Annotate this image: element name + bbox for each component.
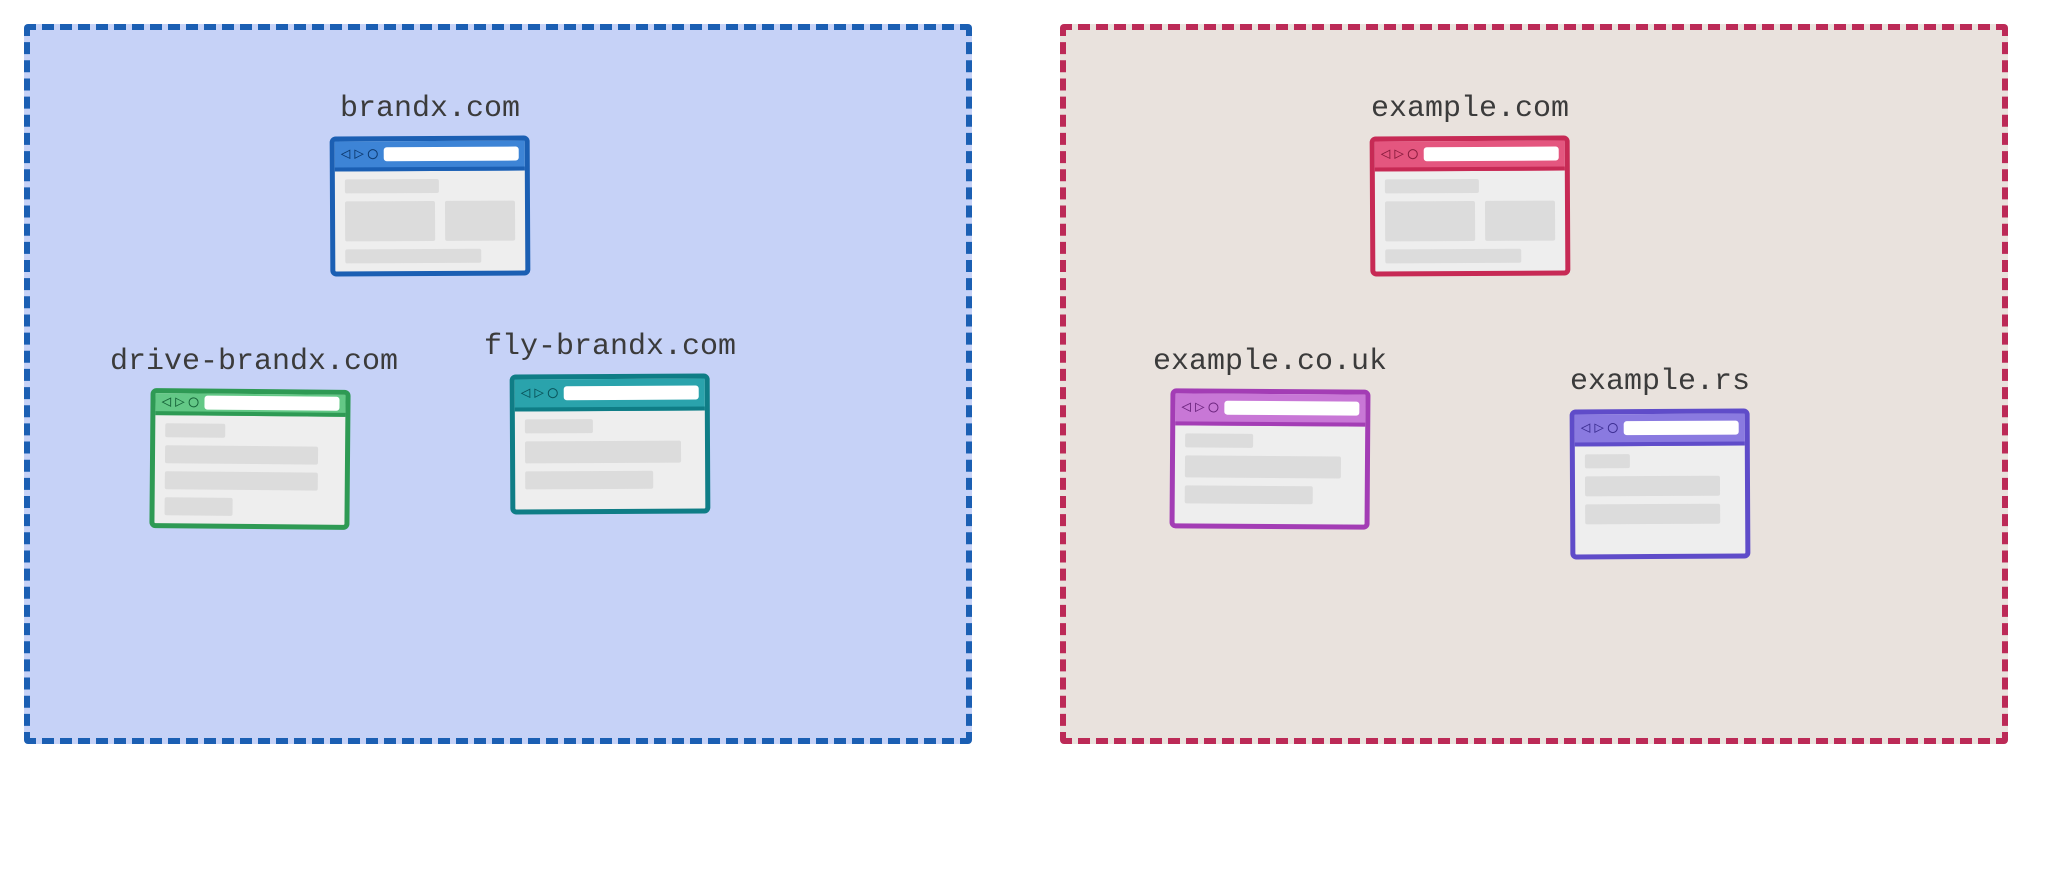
site-example-rs: example.rs ◁ ▷ ◯	[1540, 365, 1780, 559]
address-bar	[384, 147, 519, 162]
address-bar	[1624, 421, 1739, 436]
browser-body	[335, 171, 526, 272]
nav-icons: ◁ ▷ ◯	[521, 385, 558, 401]
browser-toolbar: ◁ ▷ ◯	[1175, 393, 1365, 426]
site-example-co-uk: example.co.uk ◁ ▷ ◯	[1140, 345, 1400, 529]
address-bar	[204, 396, 339, 411]
browser-window-icon: ◁ ▷ ◯	[149, 388, 350, 530]
forward-icon: ▷	[1394, 146, 1404, 162]
site-label: fly-brandx.com	[480, 330, 740, 364]
forward-icon: ▷	[354, 146, 364, 162]
browser-toolbar: ◁ ▷ ◯	[1375, 141, 1565, 172]
address-bar	[1224, 401, 1359, 416]
back-icon: ◁	[341, 146, 351, 162]
site-drive-brandx: drive-brandx.com ◁ ▷ ◯	[110, 345, 390, 529]
browser-body	[515, 411, 706, 510]
back-icon: ◁	[521, 385, 531, 401]
nav-icons: ◁ ▷ ◯	[1381, 146, 1418, 162]
browser-body	[1375, 171, 1566, 272]
site-fly-brandx: fly-brandx.com ◁ ▷ ◯	[480, 330, 740, 514]
reload-icon: ◯	[189, 394, 199, 410]
reload-icon: ◯	[1209, 400, 1219, 416]
browser-body	[1575, 446, 1746, 555]
forward-icon: ▷	[175, 394, 185, 410]
site-example-com: example.com ◁ ▷ ◯	[1340, 92, 1600, 276]
site-brandx: brandx.com ◁ ▷ ◯	[300, 92, 560, 276]
browser-window-icon: ◁ ▷ ◯	[1570, 409, 1751, 560]
browser-window-icon: ◁ ▷ ◯	[510, 373, 711, 514]
address-bar	[1424, 147, 1559, 162]
browser-toolbar: ◁ ▷ ◯	[515, 379, 705, 412]
forward-icon: ▷	[1594, 420, 1604, 436]
address-bar	[564, 386, 699, 401]
diagram-canvas: brandx.com ◁ ▷ ◯ drive-brandx.com	[0, 0, 2048, 891]
site-label: example.rs	[1540, 365, 1780, 399]
browser-window-icon: ◁ ▷ ◯	[1370, 135, 1571, 276]
nav-icons: ◁ ▷ ◯	[1181, 399, 1218, 415]
browser-toolbar: ◁ ▷ ◯	[335, 141, 525, 172]
reload-icon: ◯	[548, 385, 558, 401]
nav-icons: ◁ ▷ ◯	[341, 146, 378, 162]
browser-window-icon: ◁ ▷ ◯	[330, 135, 531, 276]
back-icon: ◁	[1581, 420, 1591, 436]
reload-icon: ◯	[1608, 420, 1618, 436]
forward-icon: ▷	[534, 385, 544, 401]
browser-body	[154, 415, 345, 525]
back-icon: ◁	[1181, 399, 1191, 415]
browser-body	[1175, 425, 1366, 524]
back-icon: ◁	[1381, 146, 1391, 162]
nav-icons: ◁ ▷ ◯	[1581, 420, 1618, 436]
nav-icons: ◁ ▷ ◯	[161, 394, 198, 410]
back-icon: ◁	[161, 394, 171, 410]
browser-toolbar: ◁ ▷ ◯	[1575, 414, 1745, 447]
browser-toolbar: ◁ ▷ ◯	[155, 393, 345, 417]
site-label: example.com	[1340, 92, 1600, 126]
reload-icon: ◯	[368, 146, 378, 162]
browser-window-icon: ◁ ▷ ◯	[1170, 388, 1371, 529]
reload-icon: ◯	[1408, 146, 1418, 162]
forward-icon: ▷	[1195, 399, 1205, 415]
site-label: drive-brandx.com	[110, 345, 390, 379]
site-label: example.co.uk	[1140, 345, 1400, 379]
site-label: brandx.com	[300, 92, 560, 126]
